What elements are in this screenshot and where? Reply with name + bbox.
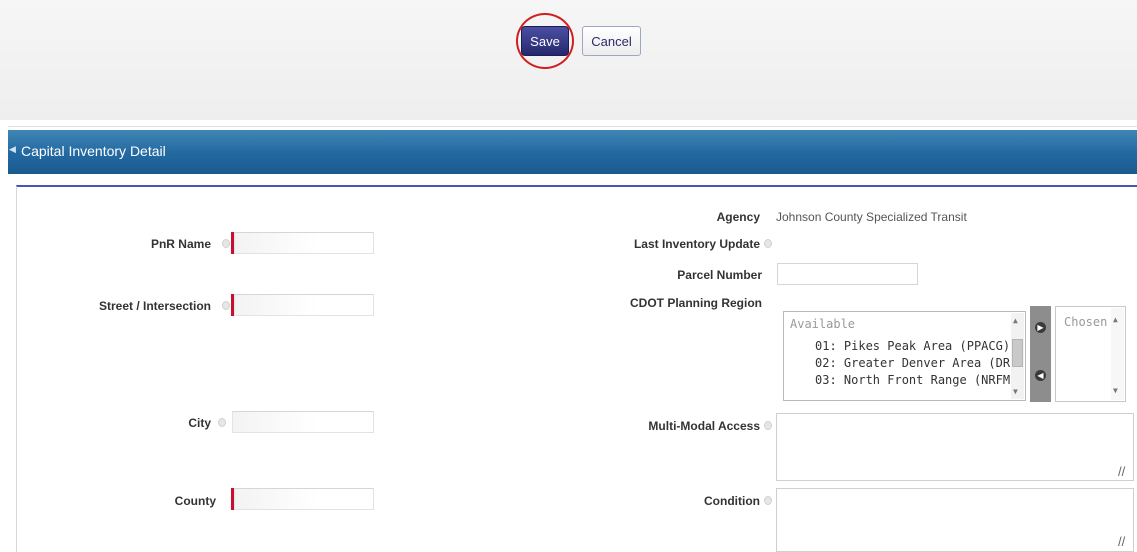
city-label: City [188, 416, 211, 430]
available-regions-listbox[interactable]: Available 01: Pikes Peak Area (PPACG) 02… [783, 311, 1026, 401]
move-right-icon[interactable]: ▶ [1035, 322, 1046, 333]
cancel-button[interactable]: Cancel [582, 26, 641, 56]
pnr-name-input[interactable] [234, 232, 374, 254]
save-highlight-circle [516, 13, 574, 69]
parcel-number-label: Parcel Number [677, 268, 762, 282]
chosen-scroll-down-icon[interactable]: ▼ [1113, 386, 1118, 395]
scroll-thumb[interactable] [1012, 339, 1023, 367]
city-input[interactable] [232, 411, 374, 433]
condition-textarea[interactable] [776, 488, 1134, 552]
region-option[interactable]: 01: Pikes Peak Area (PPACG) [815, 339, 1010, 353]
multi-modal-access-label: Multi-Modal Access [648, 419, 760, 433]
city-info-icon [218, 418, 226, 427]
street-intersection-input[interactable] [234, 294, 374, 316]
section-title: Capital Inventory Detail [21, 143, 166, 159]
condition-label: Condition [704, 494, 760, 508]
toolbar-divider [8, 126, 1137, 127]
pnr-name-label: PnR Name [150, 237, 211, 251]
agency-value: Johnson County Specialized Transit [776, 210, 967, 224]
available-scrollbar[interactable]: ▲ ▼ [1011, 313, 1024, 399]
chosen-header: Chosen [1064, 315, 1108, 329]
county-input[interactable] [234, 488, 374, 510]
section-header[interactable]: ◀ Capital Inventory Detail [8, 130, 1137, 174]
last-inventory-update-info-icon [764, 239, 772, 248]
chosen-scrollbar[interactable]: ▲ ▼ [1111, 308, 1124, 400]
resize-grip-icon[interactable]: // [1118, 534, 1125, 549]
pnr-name-info-icon [222, 239, 230, 248]
street-intersection-info-icon [222, 301, 230, 310]
available-header: Available [790, 317, 856, 331]
last-inventory-update-label: Last Inventory Update [633, 237, 760, 251]
chosen-scroll-up-icon[interactable]: ▲ [1113, 315, 1118, 324]
region-option[interactable]: 02: Greater Denver Area (DRCOG) [815, 356, 1025, 370]
chosen-regions-listbox[interactable]: Chosen ▲ ▼ [1055, 306, 1126, 402]
condition-info-icon [764, 496, 772, 505]
cdot-planning-region-label: CDOT Planning Region [630, 296, 762, 310]
region-option[interactable]: 03: North Front Range (NRFMPO) [815, 373, 1025, 387]
multi-modal-access-textarea[interactable] [776, 413, 1134, 481]
agency-label: Agency [716, 210, 760, 224]
move-buttons-strip: ▶ ◀ [1030, 306, 1051, 402]
street-intersection-label: Street / Intersection [98, 299, 211, 313]
county-label: County [174, 494, 216, 508]
resize-grip-icon[interactable]: // [1118, 464, 1125, 479]
collapse-arrow-icon: ◀ [9, 144, 16, 154]
action-toolbar [0, 0, 1137, 120]
move-left-icon[interactable]: ◀ [1035, 370, 1046, 381]
scroll-down-arrow-icon[interactable]: ▼ [1013, 387, 1018, 396]
scroll-up-arrow-icon[interactable]: ▲ [1013, 316, 1018, 325]
multi-modal-access-info-icon [764, 421, 772, 430]
parcel-number-input[interactable] [777, 263, 918, 285]
